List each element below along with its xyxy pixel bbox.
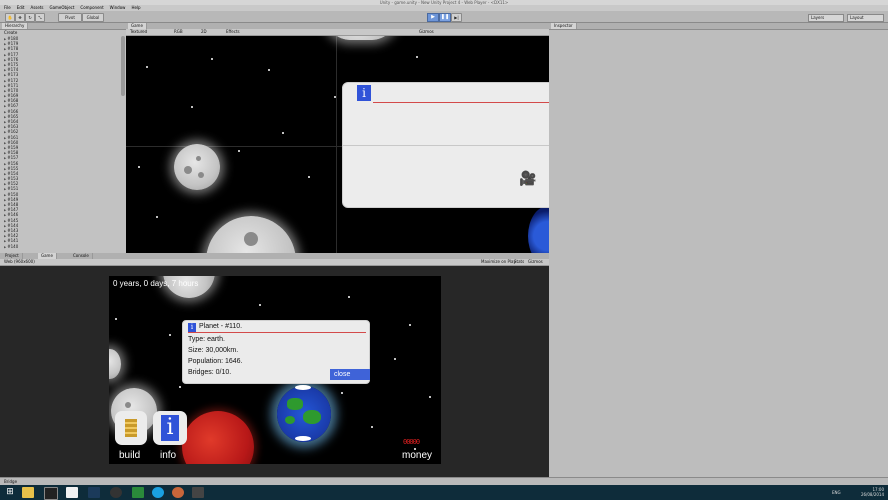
money-label: money (402, 450, 433, 461)
effects-dropdown[interactable]: Effects (226, 29, 240, 35)
browser-icon[interactable] (172, 487, 184, 498)
hierarchy-panel: Hierarchy Create #180#179#178#177#176#17… (0, 23, 126, 253)
money-value: 00000 (403, 438, 420, 446)
game-viewport[interactable]: 0 years, 0 days, 7 hours i Planet - #110… (109, 276, 441, 464)
pause-button[interactable]: ❚❚ (439, 13, 451, 22)
document-icon[interactable] (66, 487, 78, 498)
inspector-tab-header: Inspector (549, 23, 888, 30)
hierarchy-item[interactable]: #140 (1, 244, 119, 249)
popup-size: Size: 30,000km. (188, 347, 239, 354)
file-explorer-icon[interactable] (22, 487, 34, 498)
popup-population: Population: 1646. (188, 358, 243, 365)
build-button[interactable] (115, 411, 147, 445)
stats-toggle[interactable]: Stats (514, 259, 524, 265)
move-tool-icon[interactable]: ✥ (15, 13, 25, 22)
build-icon (125, 419, 137, 437)
render-mode-dropdown[interactable]: RGB (174, 29, 183, 35)
red-planet-sprite (182, 411, 254, 464)
earth-planet-sprite-game[interactable] (277, 385, 331, 442)
play-button[interactable]: ▶ (427, 13, 439, 22)
layers-dropdown[interactable]: Layers (808, 14, 844, 22)
popup-title-divider (188, 332, 366, 333)
scene-viewport[interactable]: i 🎥 (126, 36, 549, 253)
windows-taskbar: ⊞ 17:00 26/08/2014 ENG (0, 485, 888, 500)
maximize-on-play-toggle[interactable]: Maximize on Play (481, 259, 516, 265)
moon-sprite-left (109, 349, 121, 379)
gizmos-dropdown[interactable]: Gizmos (419, 29, 434, 35)
clock-date: 26/08/2014 (860, 492, 884, 497)
popup-type: Type: earth. (188, 336, 225, 343)
info-panel-preview: i 🎥 (342, 82, 549, 208)
popup-bridges: Bridges: 0/10. (188, 369, 232, 376)
windows-start-icon[interactable]: ⊞ (4, 487, 16, 498)
scene-panel: Game Textured RGB 2D Effects Gizmos i 🎥 (126, 23, 549, 253)
build-label: build (119, 450, 141, 461)
info-button[interactable]: i (153, 411, 187, 445)
camera-gizmo-icon: 🎥 (519, 171, 537, 187)
hierarchy-tab-header: Hierarchy (0, 23, 126, 30)
earth-planet-sprite (528, 206, 549, 253)
planet-info-popup: i Planet - #110. Type: earth. Size: 30,0… (182, 320, 370, 384)
layout-dropdown[interactable]: Layout (847, 14, 884, 22)
popup-title: Planet - #110. (199, 323, 243, 330)
scale-tool-icon[interactable]: ⤡ (35, 13, 45, 22)
game-time-label: 0 years, 0 days, 7 hours (113, 279, 199, 288)
hand-tool-icon[interactable]: ✋ (5, 13, 15, 22)
system-clock[interactable]: 17:00 26/08/2014 (846, 487, 884, 497)
popup-divider (373, 102, 549, 103)
info-button-icon: i (161, 415, 179, 441)
steam-icon[interactable] (88, 487, 100, 498)
rotate-tool-icon[interactable]: ↻ (25, 13, 35, 22)
hierarchy-list: #180#179#178#177#176#175#174#173#172#171… (1, 36, 119, 253)
toolbar: ✋ ✥ ↻ ⤡ Pivot Global ▶ ❚❚ ▶| Layers Layo… (0, 11, 888, 23)
2d-toggle[interactable]: 2D (201, 29, 207, 35)
moon-sprite-large (206, 216, 296, 253)
skype-icon[interactable] (152, 487, 164, 498)
pivot-button[interactable]: Pivot (58, 13, 82, 22)
app-icon[interactable] (44, 487, 58, 500)
media-icon[interactable] (110, 487, 122, 498)
language-indicator[interactable]: ENG (832, 490, 841, 495)
game-toolbar: Web (960x600) Maximize on Play Stats Giz… (0, 259, 549, 266)
popup-info-icon: i (188, 323, 196, 332)
tab-inspector[interactable]: Inspector (551, 23, 577, 29)
hierarchy-scrollbar[interactable] (121, 36, 125, 96)
global-button[interactable]: Global (82, 13, 104, 22)
moon-sprite (174, 144, 220, 190)
status-text: Bridge (4, 479, 18, 484)
game-gizmos-dropdown[interactable]: Gizmos (528, 259, 543, 265)
info-icon: i (357, 85, 371, 101)
game-panel: Project Game Console Web (960x600) Maxim… (0, 253, 549, 485)
unity-icon[interactable] (192, 487, 204, 498)
tab-hierarchy[interactable]: Hierarchy (2, 23, 29, 29)
aspect-dropdown[interactable]: Web (960x600) (4, 259, 35, 265)
inspector-panel: Inspector (549, 23, 888, 485)
scene-toolbar: Textured RGB 2D Effects Gizmos (126, 29, 549, 36)
popup-close-button[interactable]: close (330, 369, 370, 380)
info-label: info (160, 450, 177, 461)
shading-dropdown[interactable]: Textured (130, 29, 147, 35)
store-icon[interactable] (132, 487, 144, 498)
create-button[interactable]: Create (4, 30, 17, 35)
step-button[interactable]: ▶| (451, 13, 462, 22)
